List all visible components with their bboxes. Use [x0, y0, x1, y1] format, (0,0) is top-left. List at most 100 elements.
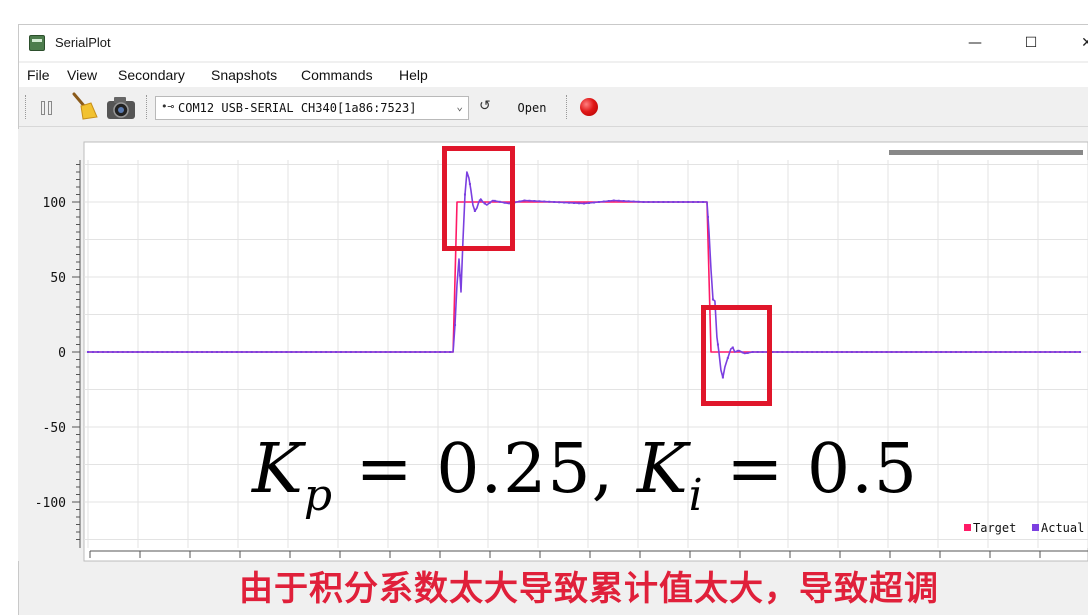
plot-scrollbar[interactable] [889, 150, 1083, 155]
series-point-actual [344, 351, 347, 353]
legend-actual-swatch [1032, 524, 1039, 531]
series-point-actual [826, 351, 829, 353]
series-point-actual [578, 202, 581, 205]
formula-ki-value: = 0.5 [703, 430, 919, 509]
series-point-actual [419, 351, 422, 353]
series-point-actual [845, 351, 848, 353]
y-tick-label: 0 [58, 346, 66, 361]
series-point-actual [87, 351, 89, 353]
series-point-actual [890, 351, 893, 353]
series-point-actual [786, 351, 789, 353]
series-point-actual [206, 351, 209, 353]
series-point-actual [781, 351, 784, 353]
series-point-actual [935, 351, 938, 353]
series-point-actual [994, 351, 997, 353]
series-point-actual [860, 351, 863, 353]
series-point-actual [672, 201, 675, 203]
series-point-actual [821, 351, 824, 353]
series-point-actual [518, 200, 521, 203]
series-point-actual [662, 201, 665, 203]
series-point-actual [399, 351, 402, 353]
series-point-actual [176, 351, 179, 353]
series-point-actual [1044, 351, 1047, 353]
series-point-actual [880, 351, 883, 353]
series-point-actual [220, 351, 223, 353]
series-point-actual [850, 351, 853, 353]
series-point-actual [538, 200, 541, 203]
series-point-actual [1074, 351, 1077, 353]
series-point-actual [320, 351, 323, 353]
series-point-actual [394, 351, 397, 353]
series-point-actual [230, 351, 233, 353]
series-point-actual [612, 199, 615, 202]
series-point-actual [270, 351, 273, 353]
series-point-actual [101, 351, 104, 353]
formula-sub-i: i [688, 470, 704, 521]
series-point-actual [667, 201, 670, 203]
series-point-actual [592, 201, 595, 204]
series-point-actual [325, 351, 328, 353]
series-point-actual [181, 351, 184, 353]
series-point-actual [964, 351, 967, 353]
series-point-actual [607, 200, 610, 202]
series-point-actual [1064, 351, 1067, 353]
series-point-actual [1054, 351, 1057, 353]
series-point-actual [920, 351, 923, 353]
series-point-actual [215, 351, 218, 353]
series-point-actual [831, 351, 833, 353]
series-point-actual [280, 351, 283, 353]
series-point-actual [235, 351, 238, 353]
series-point-actual [409, 351, 412, 353]
series-point-actual [1019, 351, 1022, 353]
series-point-actual [1079, 351, 1081, 353]
series-point-actual [359, 351, 362, 353]
series-point-actual [389, 351, 392, 353]
series-point-actual [191, 351, 194, 353]
series-point-actual [563, 201, 566, 204]
series-point-actual [295, 351, 298, 353]
series-point-actual [151, 351, 154, 353]
series-point-actual [711, 298, 714, 301]
series-point-actual [895, 351, 898, 353]
series-point-actual [335, 351, 337, 353]
series-point-actual [315, 351, 318, 353]
y-tick-label: -50 [43, 421, 66, 436]
series-point-actual [141, 351, 144, 353]
series-point-actual [910, 351, 913, 353]
series-point-actual [568, 201, 571, 204]
series-point-actual [444, 351, 447, 353]
series-point-actual [91, 351, 94, 353]
series-point-actual [260, 351, 263, 353]
series-point-actual [989, 351, 992, 353]
series-point-actual [627, 200, 630, 203]
series-point-actual [245, 351, 248, 353]
series-point-actual [126, 351, 129, 353]
series-point-actual [632, 200, 635, 203]
series-point-actual [984, 351, 987, 353]
series-point-actual [305, 351, 308, 353]
series-point-actual [166, 351, 169, 353]
series-point-actual [930, 351, 933, 353]
series-point-actual [1034, 351, 1037, 353]
series-point-actual [285, 351, 288, 353]
series-point-actual [553, 201, 556, 203]
series-point-actual [265, 351, 268, 353]
series-point-actual [687, 201, 690, 203]
series-point-actual [424, 351, 427, 353]
series-point-actual [905, 351, 908, 353]
overshoot-highlight-box [442, 146, 515, 251]
series-point-actual [374, 351, 377, 353]
series-point-actual [855, 351, 858, 353]
series-point-actual [622, 200, 625, 202]
series-point-actual [885, 351, 888, 353]
series-point-actual [429, 351, 432, 353]
series-point-actual [240, 351, 243, 353]
series-point-actual [1004, 351, 1007, 353]
series-point-actual [146, 351, 149, 353]
overshoot-caption: 由于积分系数太大导致累计值太大，导致超调 [239, 569, 939, 609]
series-point-actual [439, 351, 442, 353]
series-point-actual [379, 351, 382, 353]
plot-area[interactable]: 100 50 0 -50 -100 [0, 0, 1088, 615]
series-point-actual [528, 199, 531, 202]
series-point-actual [255, 351, 258, 353]
